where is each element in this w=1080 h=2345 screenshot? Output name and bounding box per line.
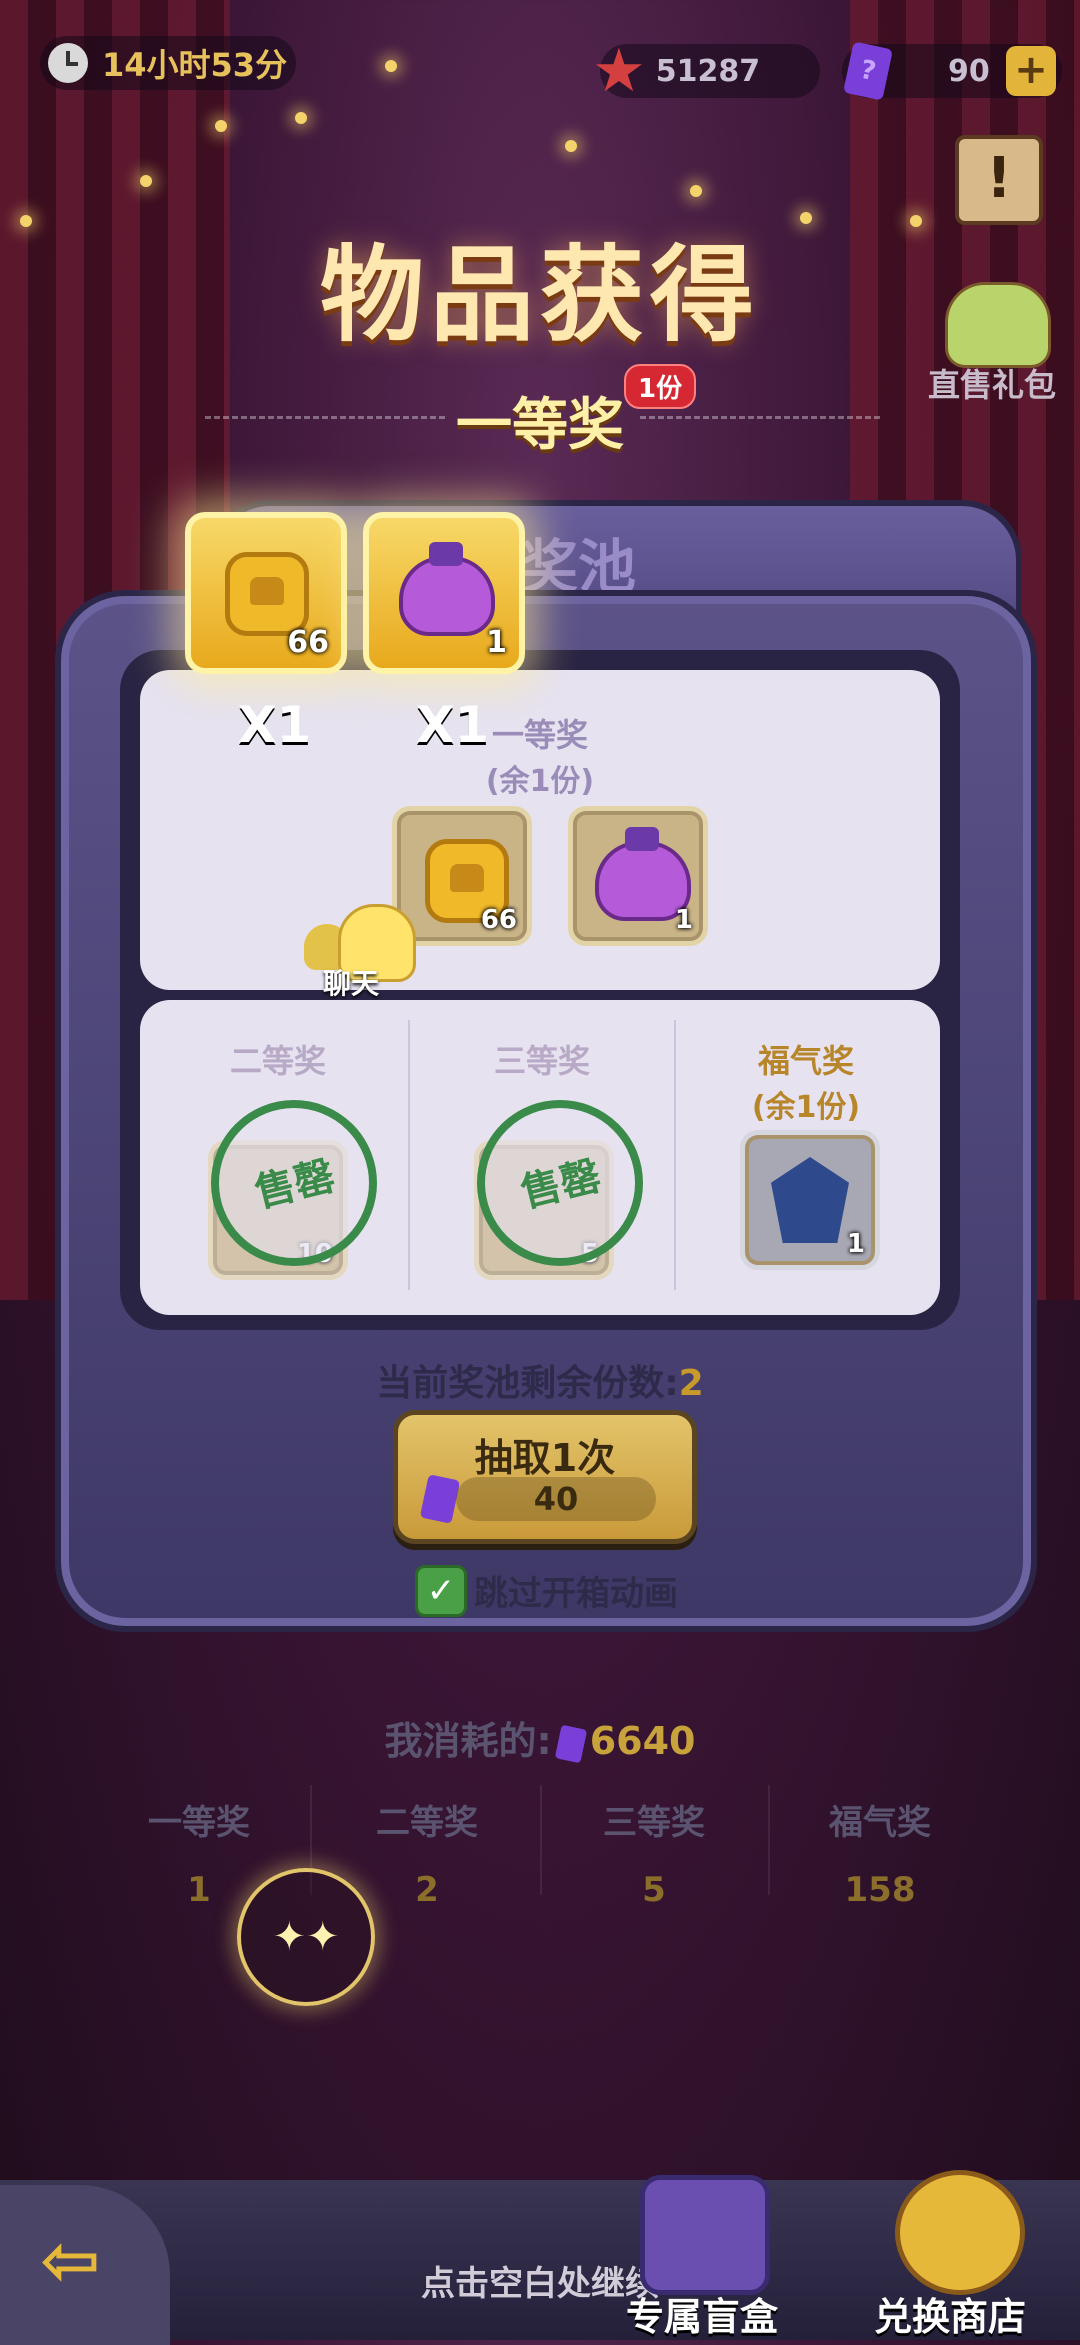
light-bulb [385, 60, 397, 72]
light-bulb [140, 175, 152, 187]
third-prize-label: 三等奖 [493, 1042, 590, 1080]
exchange-shop-icon[interactable] [895, 2170, 1025, 2295]
chat-label[interactable]: 聊天 [323, 962, 379, 1002]
popup-title: 物品获得 [319, 234, 760, 356]
timer-text: 14小时53分 [102, 46, 288, 84]
star-currency: ★ 51287 [592, 41, 820, 101]
mystery-box-icon[interactable] [640, 2175, 770, 2295]
light-bulb [215, 120, 227, 132]
event-timer: 14小时53分 [40, 36, 296, 90]
light-bulb [690, 185, 702, 197]
ticket-count: 90 [948, 53, 990, 89]
stat-third-prize: 三等奖 5 [603, 1803, 705, 1910]
gold-coin-icon [225, 552, 309, 636]
skip-animation-checkbox[interactable]: ✓ [415, 1565, 467, 1617]
obtained-prize-tier: 一等奖 [456, 393, 624, 458]
clock-icon [48, 43, 88, 83]
obtained-item-multiplier: X1 [416, 696, 490, 754]
obtained-item-bag[interactable]: 1 [363, 512, 525, 674]
lucky-prize-label: 福气奖 (余1份) [751, 1042, 861, 1125]
second-prize-label: 二等奖 [229, 1042, 326, 1080]
pool-remaining: 当前奖池剩余份数:2 [376, 1363, 704, 1404]
exclusive-blind-box-button[interactable]: 专属盲盒 [626, 2286, 778, 2341]
lucky-prize-item[interactable]: 1 [740, 1130, 880, 1270]
consumed-summary: 我消耗的: 6640 [384, 1719, 696, 1763]
ticket-icon [554, 1724, 587, 1763]
purple-bag-icon [399, 542, 495, 636]
star-icon: ★ [592, 36, 646, 106]
skip-animation-label[interactable]: 跳过开箱动画 [474, 1566, 678, 1615]
exchange-shop-button[interactable]: 兑换商店 [874, 2286, 1026, 2341]
star-count: 51287 [655, 53, 761, 89]
crystal-icon [771, 1157, 849, 1243]
quantity-badge: 1份 [624, 364, 697, 409]
divider [408, 1020, 410, 1290]
add-tickets-button[interactable]: + [1006, 46, 1056, 96]
light-bulb [295, 112, 307, 124]
sold-out-stamp: 售罄 [211, 1100, 377, 1266]
ticket-currency: ? 90 + [842, 41, 1062, 101]
first-prize-item-bag[interactable]: 1 [568, 806, 708, 946]
obtained-item-coin[interactable]: 66 [185, 512, 347, 674]
draw-once-button[interactable]: 抽取1次 40 [393, 1410, 697, 1544]
sparkle-icon[interactable]: ✦✦ [237, 1868, 375, 2006]
light-bulb [565, 140, 577, 152]
ticket-icon: ? [843, 41, 893, 101]
stat-lucky-prize: 福气奖 158 [829, 1803, 931, 1910]
sold-out-stamp: 售罄 [477, 1100, 643, 1266]
obtained-item-multiplier: X1 [238, 696, 312, 754]
